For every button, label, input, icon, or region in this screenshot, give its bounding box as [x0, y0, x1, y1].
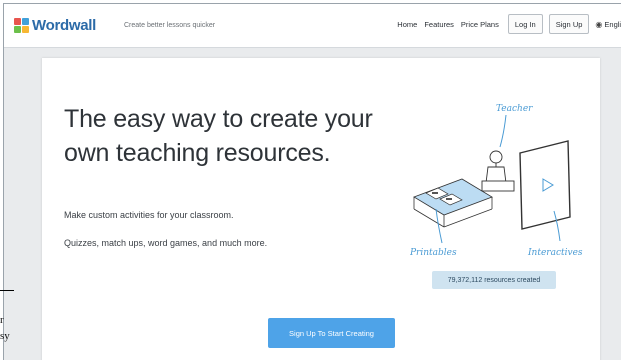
printables-label: Printables — [410, 248, 457, 258]
nav-price-plans-link[interactable]: Price Plans — [461, 20, 499, 29]
signup-cta-button[interactable]: Sign Up To Start Creating — [268, 318, 395, 348]
logo-mark-icon — [14, 18, 29, 33]
teacher-label: Teacher — [496, 104, 533, 114]
hero-panel: The easy way to create your own teaching… — [42, 58, 600, 360]
resources-count-badge: 79,372,112 resources created — [432, 271, 556, 289]
language-label: English — [604, 19, 621, 29]
logo-text: Wordwall — [32, 17, 96, 34]
hero-headline: The easy way to create your own teaching… — [64, 102, 394, 170]
signup-button[interactable]: Sign Up — [548, 14, 590, 34]
site-logo[interactable]: Wordwall — [14, 17, 96, 34]
teacher-figure — [481, 150, 515, 192]
teacher-arrow — [499, 114, 507, 148]
interactive-screen-illustration — [519, 140, 571, 230]
interactives-label: Interactives — [527, 248, 583, 258]
language-selector[interactable]: ◉ English — [595, 20, 621, 29]
nav-features-link[interactable]: Features — [424, 20, 454, 29]
hero-headline-line2: own teaching resources. — [64, 139, 331, 167]
hero-subtext-1: Make custom activities for your classroo… — [64, 210, 234, 220]
edge-divider — [0, 290, 14, 291]
hero-headline-line1: The easy way to create your — [64, 105, 373, 133]
edge-text-fragment-1: r — [0, 314, 4, 326]
main-nav: Home Features Price Plans Log In Sign Up… — [397, 14, 621, 34]
site-header: Wordwall Create better lessons quicker H… — [4, 4, 621, 48]
hero-subtext-2: Quizzes, match ups, word games, and much… — [64, 238, 268, 248]
browser-viewport: Wordwall Create better lessons quicker H… — [3, 3, 621, 360]
globe-icon: ◉ — [595, 19, 603, 29]
printables-arrow — [435, 208, 443, 244]
classroom-illustration: Teacher Printables Interactives — [410, 104, 583, 258]
nav-home-link[interactable]: Home — [397, 20, 417, 29]
site-tagline: Create better lessons quicker — [124, 22, 216, 29]
login-button[interactable]: Log In — [507, 14, 543, 34]
edge-text-fragment-2: sy — [0, 330, 10, 342]
